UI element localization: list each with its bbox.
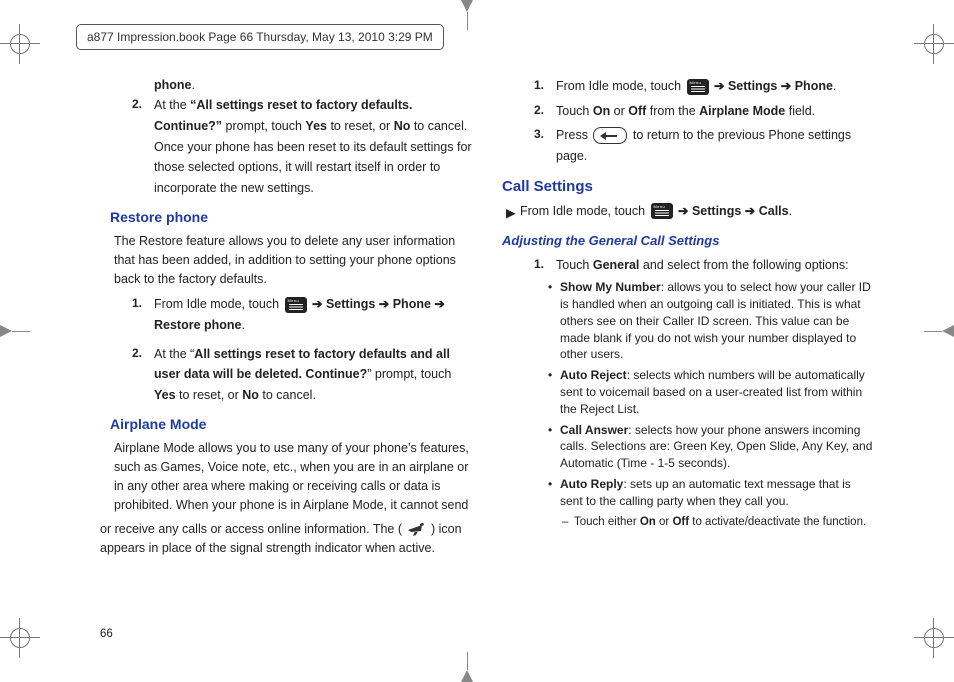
step-body: At the “All settings reset to factory de… bbox=[154, 95, 472, 198]
heading-airplane-mode: Airplane Mode bbox=[110, 414, 472, 436]
menu-icon bbox=[651, 203, 673, 219]
crop-mark bbox=[914, 618, 954, 658]
step-number: 1. bbox=[534, 76, 556, 95]
step-number: 2. bbox=[132, 344, 154, 363]
bullet-call-answer: • Call Answer: selects how your phone an… bbox=[548, 422, 874, 472]
prev-step-tail: phone. bbox=[154, 76, 472, 95]
airplane-icon bbox=[406, 522, 426, 538]
sub-bullet-on-off: – Touch either On or Off to activate/dea… bbox=[562, 514, 874, 530]
doc-breadcrumb: a877 Impression.book Page 66 Thursday, M… bbox=[87, 30, 433, 44]
crop-mark bbox=[914, 24, 954, 64]
edge-mark bbox=[467, 0, 473, 12]
step-number: 1. bbox=[534, 255, 556, 274]
call-settings-lead: ▶ From Idle mode, touch ➔ Settings ➔ Cal… bbox=[506, 202, 874, 223]
triangle-bullet-icon: ▶ bbox=[506, 202, 520, 223]
bullet-show-my-number: • Show My Number: allows you to select h… bbox=[548, 279, 874, 363]
heading-adjusting-general: Adjusting the General Call Settings bbox=[502, 231, 874, 251]
back-key-icon bbox=[593, 127, 627, 144]
step-body: Touch General and select from the follow… bbox=[556, 255, 874, 276]
step-number: 2. bbox=[534, 101, 556, 120]
crop-mark bbox=[0, 618, 40, 658]
bullet-auto-reply: • Auto Reply: sets up an automatic text … bbox=[548, 476, 874, 510]
heading-restore-phone: Restore phone bbox=[110, 207, 472, 229]
step-body: From Idle mode, touch ➔ Settings ➔ Phone… bbox=[154, 294, 472, 335]
restore-paragraph: The Restore feature allows you to delete… bbox=[114, 232, 472, 288]
step-number: 2. bbox=[132, 95, 154, 114]
menu-icon bbox=[687, 79, 709, 95]
bullet-auto-reject: • Auto Reject: selects which numbers wil… bbox=[548, 367, 874, 417]
step-body: Touch On or Off from the Airplane Mode f… bbox=[556, 101, 874, 122]
step-body: Press to return to the previous Phone se… bbox=[556, 125, 874, 166]
step-body: From Idle mode, touch ➔ Settings ➔ Phone… bbox=[556, 76, 874, 97]
menu-icon bbox=[285, 297, 307, 313]
page-number: 66 bbox=[100, 628, 113, 640]
crop-mark bbox=[0, 24, 40, 64]
step-number: 1. bbox=[132, 294, 154, 313]
airplane-paragraph-cont: or receive any calls or access online in… bbox=[100, 520, 472, 558]
step-body: At the “All settings reset to factory de… bbox=[154, 344, 472, 406]
edge-mark bbox=[0, 331, 12, 337]
step-number: 3. bbox=[534, 125, 556, 144]
heading-call-settings: Call Settings bbox=[502, 175, 874, 198]
airplane-paragraph: Airplane Mode allows you to use many of … bbox=[114, 439, 472, 514]
doc-header: a877 Impression.book Page 66 Thursday, M… bbox=[76, 24, 444, 50]
